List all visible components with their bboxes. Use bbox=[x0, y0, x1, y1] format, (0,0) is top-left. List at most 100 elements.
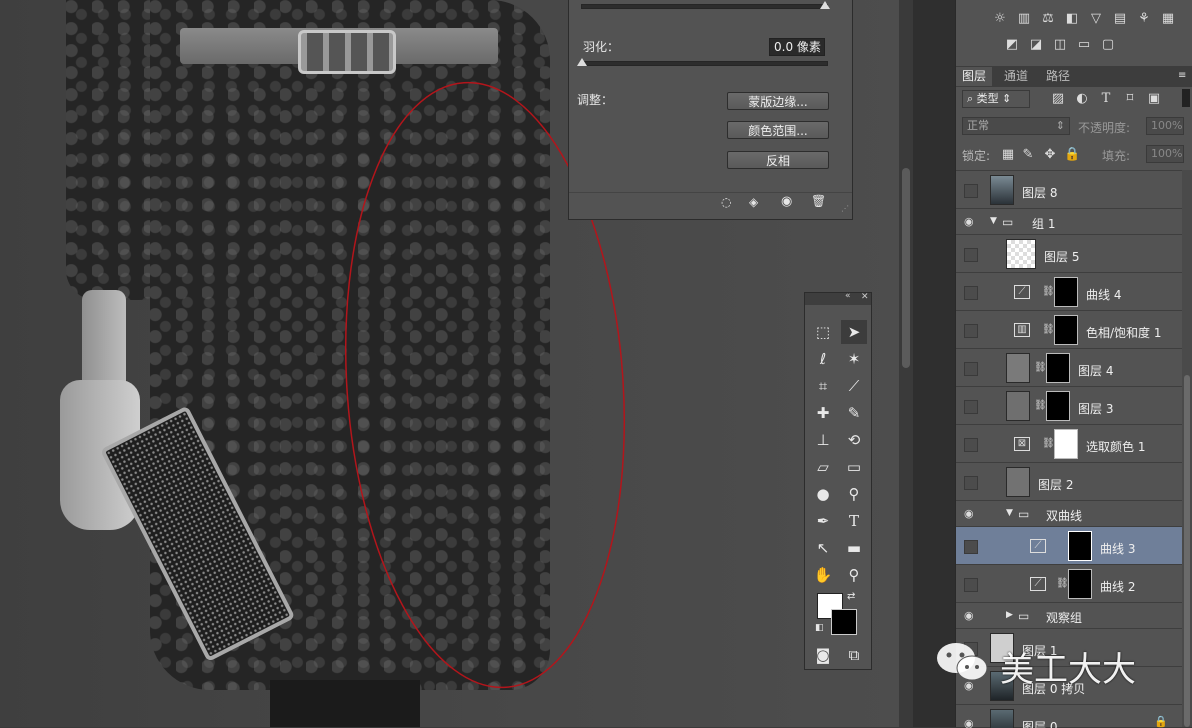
layer-row[interactable]: ▥ ⛓ 色相/饱和度 1 bbox=[956, 311, 1182, 349]
invert-adjustment-icon[interactable]: ◩ bbox=[1004, 38, 1020, 52]
layer-row[interactable]: 图层 2 bbox=[956, 463, 1182, 501]
layer-row[interactable]: ◉ 图层 0 🔒 bbox=[956, 705, 1182, 728]
layer-name[interactable]: 图层 3 bbox=[1078, 400, 1113, 417]
pen-tool-icon[interactable]: ✒ bbox=[810, 509, 836, 533]
group-row[interactable]: ◉ ▼ ▭ 双曲线 bbox=[956, 501, 1182, 527]
lock-move-icon[interactable]: ✥ bbox=[1042, 148, 1058, 162]
zoom-tool-icon[interactable]: ⚲ bbox=[841, 563, 867, 587]
invert-button[interactable]: 反相 bbox=[727, 151, 829, 169]
move-tool-icon[interactable]: ➤ bbox=[841, 320, 867, 344]
delete-mask-icon[interactable]: 🗑 bbox=[811, 194, 826, 208]
density-slider-handle[interactable] bbox=[820, 1, 830, 9]
filter-shape-icon[interactable]: ⌑ bbox=[1122, 92, 1138, 106]
brightness-contrast-icon[interactable]: ☼ bbox=[992, 12, 1008, 26]
feather-slider[interactable] bbox=[581, 61, 828, 66]
marquee-tool-icon[interactable]: ⬚ bbox=[810, 320, 836, 344]
screen-mode-icon[interactable]: ⧉ bbox=[841, 643, 867, 667]
eye-icon[interactable]: ◉ bbox=[964, 610, 978, 622]
layer-name[interactable]: 曲线 4 bbox=[1086, 286, 1121, 303]
layer-row[interactable]: ⟋ ⛓ 曲线 4 bbox=[956, 273, 1182, 311]
layer-row[interactable]: 图层 8 bbox=[956, 171, 1182, 209]
eyedropper-tool-icon[interactable]: ⟋ bbox=[841, 374, 867, 398]
lasso-tool-icon[interactable]: ℓ bbox=[810, 347, 836, 371]
layer-mask-thumbnail[interactable] bbox=[1054, 277, 1078, 307]
disclosure-triangle-icon[interactable]: ▼ bbox=[990, 216, 997, 226]
visibility-toggle[interactable] bbox=[964, 400, 978, 414]
rectangle-tool-icon[interactable]: ▬ bbox=[841, 536, 867, 560]
feather-value-field[interactable]: 0.0 像素 bbox=[769, 38, 825, 56]
layer-name[interactable]: 曲线 3 bbox=[1100, 540, 1135, 557]
panel-menu-icon[interactable]: ≡ bbox=[1178, 70, 1186, 81]
curves-icon[interactable]: ⚖ bbox=[1040, 12, 1056, 26]
magic-wand-tool-icon[interactable]: ✶ bbox=[841, 347, 867, 371]
load-selection-icon[interactable]: ◌ bbox=[721, 195, 731, 209]
group-row[interactable]: ◉ ▶ ▭ 观察组 bbox=[956, 603, 1182, 629]
layer-row-selected[interactable]: ⟋ 曲线 3 bbox=[956, 527, 1182, 565]
eye-icon[interactable]: ◉ bbox=[964, 508, 978, 520]
filter-type-icon[interactable]: T bbox=[1098, 92, 1114, 106]
close-icon[interactable]: ✕ bbox=[861, 292, 869, 302]
filter-adjustment-icon[interactable]: ◐ bbox=[1074, 92, 1090, 106]
layer-name[interactable]: 图层 5 bbox=[1044, 248, 1079, 265]
background-color-swatch[interactable] bbox=[831, 609, 857, 635]
filter-smart-object-icon[interactable]: ▣ bbox=[1146, 92, 1162, 106]
link-icon[interactable]: ⛓ bbox=[1042, 438, 1055, 450]
visibility-toggle[interactable] bbox=[964, 540, 978, 554]
default-colors-icon[interactable]: ◧ bbox=[815, 623, 824, 633]
tab-layers[interactable]: 图层 bbox=[956, 67, 993, 86]
filter-toggle[interactable] bbox=[1182, 89, 1190, 107]
visibility-toggle[interactable] bbox=[964, 324, 978, 338]
gradient-tool-icon[interactable]: ▭ bbox=[841, 455, 867, 479]
crop-tool-icon[interactable]: ⌗ bbox=[810, 374, 836, 398]
swap-colors-icon[interactable]: ⇄ bbox=[847, 591, 855, 602]
group-name[interactable]: 双曲线 bbox=[1046, 507, 1082, 524]
visibility-toggle[interactable] bbox=[964, 362, 978, 376]
visibility-toggle[interactable] bbox=[964, 286, 978, 300]
visibility-toggle[interactable] bbox=[964, 476, 978, 490]
layer-row[interactable]: ⛓ 图层 3 bbox=[956, 387, 1182, 425]
blend-mode-select[interactable]: 正常 ⇕ bbox=[962, 117, 1070, 135]
clone-stamp-tool-icon[interactable]: ⊥ bbox=[810, 428, 836, 452]
canvas-scrollbar-thumb[interactable] bbox=[902, 168, 910, 368]
layer-mask-thumbnail[interactable] bbox=[1068, 531, 1092, 561]
density-slider[interactable] bbox=[581, 4, 828, 9]
layer-mask-thumbnail[interactable] bbox=[1068, 569, 1092, 599]
layer-row[interactable]: ⟋ ⛓ 曲线 2 bbox=[956, 565, 1182, 603]
gradient-map-icon[interactable]: ▭ bbox=[1076, 38, 1092, 52]
dodge-tool-icon[interactable]: ⚲ bbox=[841, 482, 867, 506]
layer-filter-kind-select[interactable]: ⌕ 类型 ⇕ bbox=[962, 90, 1030, 108]
fill-field[interactable]: 100% bbox=[1146, 145, 1184, 163]
disclosure-triangle-icon[interactable]: ▶ bbox=[1006, 610, 1013, 620]
healing-brush-tool-icon[interactable]: ✚ bbox=[810, 401, 836, 425]
lock-transparent-icon[interactable]: ▦ bbox=[1000, 148, 1016, 162]
layer-name[interactable]: 曲线 2 bbox=[1100, 578, 1135, 595]
apply-mask-icon[interactable]: ◈ bbox=[749, 195, 758, 209]
vibrance-icon[interactable]: ▽ bbox=[1088, 12, 1104, 26]
history-brush-tool-icon[interactable]: ⟲ bbox=[841, 428, 867, 452]
selective-color-icon[interactable]: ▢ bbox=[1100, 38, 1116, 52]
channel-mixer-icon[interactable]: ▦ bbox=[1160, 12, 1176, 26]
quick-mask-icon[interactable]: ◙ bbox=[810, 643, 836, 667]
layer-name[interactable]: 选取颜色 1 bbox=[1086, 438, 1145, 455]
filter-pixel-icon[interactable]: ▨ bbox=[1050, 92, 1066, 106]
visibility-toggle[interactable] bbox=[964, 248, 978, 262]
layers-scrollbar-thumb[interactable] bbox=[1184, 375, 1190, 727]
visibility-toggle[interactable] bbox=[964, 184, 978, 198]
resize-grip-icon[interactable]: ⋰ bbox=[841, 204, 849, 213]
levels-icon[interactable]: ▥ bbox=[1016, 12, 1032, 26]
eye-icon[interactable]: ◉ bbox=[964, 216, 978, 228]
hue-saturation-icon[interactable]: ▤ bbox=[1112, 12, 1128, 26]
layer-mask-thumbnail[interactable] bbox=[1054, 429, 1078, 459]
collapse-icon[interactable]: « bbox=[845, 291, 851, 301]
visibility-toggle[interactable] bbox=[964, 438, 978, 452]
feather-slider-handle[interactable] bbox=[577, 58, 587, 66]
visibility-icon[interactable]: ◉ bbox=[781, 194, 792, 209]
layer-mask-thumbnail[interactable] bbox=[1046, 391, 1070, 421]
link-icon[interactable]: ⛓ bbox=[1034, 400, 1047, 412]
lock-paint-icon[interactable]: ✎ bbox=[1020, 148, 1036, 162]
layer-row[interactable]: ⊠ ⛓ 选取颜色 1 bbox=[956, 425, 1182, 463]
mask-edge-button[interactable]: 蒙版边缘... bbox=[727, 92, 829, 110]
threshold-icon[interactable]: ◫ bbox=[1052, 38, 1068, 52]
disclosure-triangle-icon[interactable]: ▼ bbox=[1006, 508, 1013, 518]
link-icon[interactable]: ⛓ bbox=[1042, 286, 1055, 298]
